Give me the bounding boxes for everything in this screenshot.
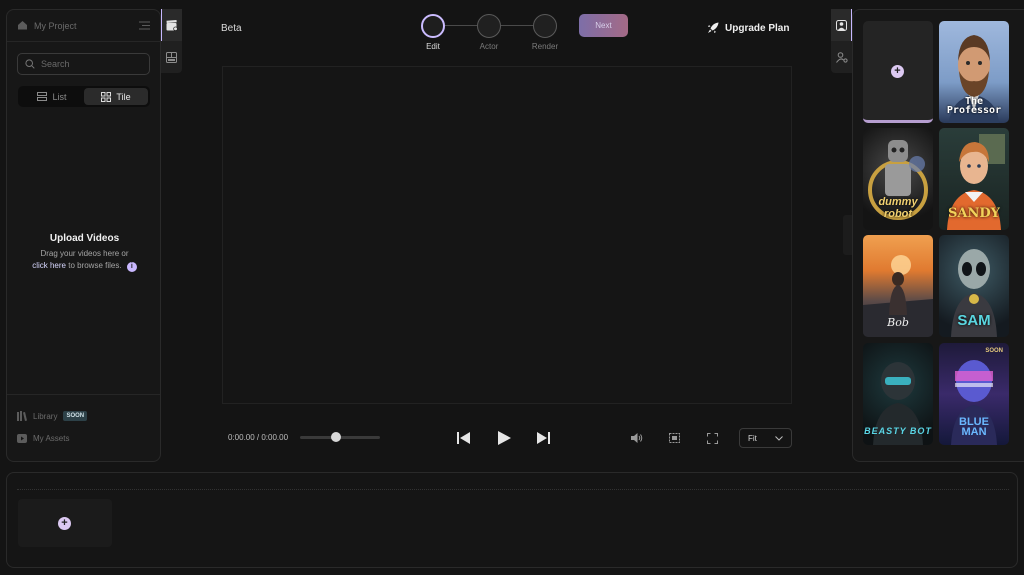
actor-card-beasty-bot[interactable]: BEASTY BOT bbox=[863, 343, 933, 445]
info-icon[interactable]: i bbox=[126, 262, 137, 272]
skip-back-button[interactable] bbox=[453, 428, 473, 448]
list-icon bbox=[37, 92, 48, 101]
actor-card-blue-man[interactable]: SOON BLUE MAN bbox=[939, 343, 1009, 445]
upgrade-plan-button[interactable]: Upgrade Plan bbox=[707, 22, 789, 34]
step-label: Actor bbox=[479, 42, 499, 51]
timeline[interactable]: + bbox=[6, 472, 1018, 568]
fullscreen-button[interactable] bbox=[702, 428, 722, 448]
safe-area-icon bbox=[668, 433, 680, 443]
beta-label: Beta bbox=[221, 23, 242, 34]
search-icon bbox=[25, 59, 35, 69]
progress-slider[interactable] bbox=[300, 432, 380, 442]
actor-name: Bob bbox=[887, 316, 909, 329]
upload-description: Drag your videos here or click here to b… bbox=[7, 248, 162, 272]
layout-icon bbox=[166, 51, 177, 63]
tile-label: Tile bbox=[116, 91, 131, 102]
step-connector bbox=[501, 25, 533, 26]
menu-icon[interactable] bbox=[139, 17, 150, 35]
step-label: Edit bbox=[426, 42, 440, 51]
browse-link[interactable]: click here bbox=[32, 261, 66, 270]
video-canvas[interactable] bbox=[222, 66, 792, 404]
actor-card-professor[interactable]: The Professor bbox=[939, 21, 1009, 123]
library-icon bbox=[17, 411, 27, 421]
skip-forward-icon bbox=[536, 432, 550, 444]
left-side-tabs bbox=[161, 9, 182, 73]
actor-name: SANDY bbox=[948, 206, 1000, 221]
step-edit[interactable]: Edit bbox=[421, 14, 445, 51]
soon-badge: SOON bbox=[63, 411, 88, 421]
step-label: Render bbox=[531, 42, 559, 51]
add-icon: + bbox=[58, 517, 71, 530]
add-clip-slot[interactable]: + bbox=[18, 499, 112, 547]
playback-time: 0:00.00 / 0:00.00 bbox=[228, 433, 289, 442]
next-button[interactable]: Next bbox=[579, 14, 628, 37]
play-icon bbox=[497, 431, 511, 445]
chevron-down-icon bbox=[775, 435, 783, 441]
library-item[interactable]: Library SOON bbox=[17, 405, 150, 427]
library-label: Library bbox=[33, 411, 58, 421]
safe-area-button[interactable] bbox=[664, 428, 684, 448]
skip-forward-button[interactable] bbox=[533, 428, 553, 448]
media-tab[interactable] bbox=[161, 9, 182, 41]
actor-name: The Professor bbox=[946, 96, 1002, 116]
zoom-select[interactable]: Fit bbox=[739, 428, 792, 448]
video-icon bbox=[17, 433, 27, 443]
tile-view-button[interactable]: Tile bbox=[84, 88, 148, 105]
skip-back-icon bbox=[456, 432, 470, 444]
actor-name: BLUE MAN bbox=[959, 416, 989, 438]
actor-name: SAM bbox=[957, 312, 991, 329]
left-panel-footer: Library SOON My Assets bbox=[7, 394, 160, 461]
list-label: List bbox=[52, 91, 67, 102]
search-input[interactable] bbox=[41, 59, 141, 69]
list-view-button[interactable]: List bbox=[20, 88, 84, 105]
actor-settings-tab[interactable] bbox=[831, 41, 852, 73]
clapperboard-icon bbox=[166, 19, 178, 31]
progress-knob[interactable] bbox=[331, 432, 341, 442]
step-indicator: Edit Actor Render bbox=[421, 14, 561, 54]
home-icon[interactable] bbox=[17, 17, 28, 35]
step-render[interactable]: Render bbox=[532, 14, 558, 51]
project-header: My Project bbox=[7, 10, 160, 42]
user-settings-icon bbox=[835, 51, 848, 63]
fullscreen-icon bbox=[706, 432, 718, 444]
actor-name: dummy robot bbox=[878, 196, 918, 220]
step-connector bbox=[445, 25, 477, 26]
add-icon: + bbox=[891, 65, 904, 78]
actor-card-bob[interactable]: Bob bbox=[863, 235, 933, 337]
project-label: My Project bbox=[34, 20, 77, 31]
layout-tab[interactable] bbox=[161, 41, 182, 73]
left-panel: My Project List Tile Upload Videos Drag … bbox=[6, 9, 161, 462]
my-assets-label: My Assets bbox=[33, 433, 70, 443]
collapse-handle[interactable] bbox=[843, 215, 852, 255]
actor-card-sandy[interactable]: SANDY bbox=[939, 128, 1009, 230]
grid-icon bbox=[101, 91, 112, 102]
add-actor-card[interactable]: + bbox=[863, 21, 933, 123]
upload-line1: Drag your videos here or bbox=[40, 249, 129, 258]
actor-name: BEASTY BOT bbox=[864, 426, 932, 436]
upload-dropzone[interactable]: Upload Videos Drag your videos here or c… bbox=[7, 233, 162, 272]
right-side-tabs bbox=[831, 9, 852, 73]
actor-card-dummy-robot[interactable]: dummy robot bbox=[863, 128, 933, 230]
actors-tab[interactable] bbox=[831, 9, 852, 41]
actor-gallery: + The Professor dummy robot SANDY Bob SA… bbox=[852, 9, 1024, 462]
step-actor[interactable]: Actor bbox=[477, 14, 501, 51]
soon-badge: SOON bbox=[985, 348, 1003, 354]
upload-line2: to browse files. bbox=[68, 261, 122, 270]
actor-card-sam[interactable]: SAM bbox=[939, 235, 1009, 337]
step-circle bbox=[477, 14, 501, 38]
volume-button[interactable] bbox=[627, 428, 647, 448]
step-circle bbox=[533, 14, 557, 38]
zoom-value: Fit bbox=[748, 433, 757, 443]
upload-title: Upload Videos bbox=[49, 233, 120, 244]
volume-icon bbox=[631, 433, 643, 443]
my-assets-item[interactable]: My Assets bbox=[17, 427, 150, 449]
actor-icon bbox=[835, 19, 847, 31]
search-box[interactable] bbox=[17, 53, 150, 75]
upgrade-label: Upgrade Plan bbox=[725, 22, 790, 34]
play-button[interactable] bbox=[494, 428, 514, 448]
rocket-icon bbox=[708, 22, 719, 33]
view-toggle: List Tile bbox=[18, 86, 150, 107]
timeline-ruler bbox=[17, 489, 1009, 491]
step-circle bbox=[421, 14, 445, 38]
